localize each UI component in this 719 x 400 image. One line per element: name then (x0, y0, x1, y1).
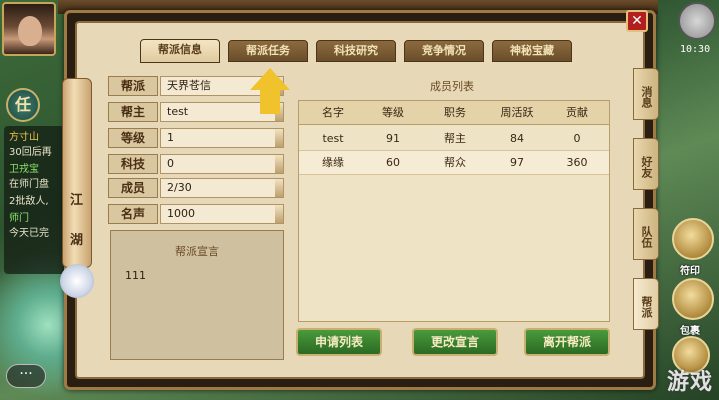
declaration-title: 帮派宣言 (175, 245, 219, 258)
info-label: 成员 (108, 178, 158, 198)
info-row-level: 等级 1 (108, 128, 284, 148)
member-role: 帮众 (444, 156, 466, 169)
col-header-level: 等级 (382, 106, 404, 119)
player-avatar[interactable] (2, 2, 56, 56)
quest-item[interactable]: 方寸山 30回后再 (9, 130, 69, 160)
scroll-decoration: 江 湖 (62, 78, 92, 268)
side-tab-team[interactable]: 队伍 (633, 208, 659, 260)
side-tab-guild[interactable]: 帮派 (633, 278, 659, 330)
task-button[interactable]: 任 (6, 88, 40, 122)
member-contribution: 360 (566, 156, 588, 169)
info-label: 帮主 (108, 102, 158, 122)
reputation-value: 1000 (160, 204, 284, 224)
info-row-tech: 科技 0 (108, 154, 284, 174)
col-header-role: 职务 (444, 106, 466, 119)
quest-detail: 今天已完 (9, 228, 49, 239)
change-declaration-button[interactable]: 更改宣言 (412, 328, 498, 356)
member-name: test (322, 132, 344, 145)
info-label: 名声 (108, 204, 158, 224)
scroll-char: 江 (70, 193, 84, 208)
quest-title: 师门 (9, 213, 29, 224)
close-button[interactable]: ✕ (626, 10, 648, 32)
quest-title: 卫戎宝 (9, 164, 39, 175)
member-level: 91 (386, 132, 400, 145)
member-weekly-activity: 97 (510, 156, 524, 169)
info-label: 帮派 (108, 76, 158, 96)
leave-guild-button[interactable]: 离开帮派 (524, 328, 610, 356)
level-value: 1 (160, 128, 284, 148)
col-header-name: 名字 (322, 106, 344, 119)
member-contribution: 0 (573, 132, 581, 145)
bag-label: 包裹 (680, 326, 700, 337)
tech-value: 0 (160, 154, 284, 174)
seal-label: 符印 (680, 266, 700, 277)
clock: 10:30 (680, 44, 711, 55)
table-row[interactable]: test 91 帮主 84 0 (299, 127, 609, 151)
side-tab-friends[interactable]: 好友 (633, 138, 659, 190)
member-role: 帮主 (444, 132, 466, 145)
chat-button[interactable]: ··· (6, 364, 46, 388)
info-row-reputation: 名声 1000 (108, 204, 284, 224)
declaration-panel: 帮派宣言 111 (110, 230, 284, 360)
quest-detail: 30回后再 (9, 147, 52, 158)
tab-guild-info[interactable]: 帮派信息 (140, 39, 220, 63)
quest-item: 2批敌人, (9, 194, 69, 209)
member-list-title: 成员列表 (430, 80, 474, 93)
col-header-contribution: 贡献 (566, 106, 588, 119)
seal-icon[interactable] (672, 218, 714, 260)
scroll-knot-ornament (60, 264, 94, 298)
tutorial-arrow-stem (260, 88, 280, 114)
apply-list-button[interactable]: 申请列表 (296, 328, 382, 356)
bag-icon[interactable] (672, 278, 714, 320)
col-header-weekly-activity: 周活跃 (500, 106, 534, 119)
info-row-members: 成员 2/30 (108, 178, 284, 198)
scroll-char: 湖 (70, 233, 84, 248)
quest-detail: 2批敌人, (9, 196, 49, 207)
member-list-header: 名字 等级 职务 周活跃 贡献 (299, 101, 609, 125)
quest-item[interactable]: 师门 今天已完 (9, 211, 69, 241)
declaration-text: 111 (125, 269, 146, 282)
quest-detail: 在师门盘 (9, 179, 49, 190)
member-name: 缘缘 (322, 156, 344, 169)
info-label: 科技 (108, 154, 158, 174)
tab-guild-tasks[interactable]: 帮派任务 (228, 40, 308, 62)
quest-item[interactable]: 卫戎宝 在师门盘 (9, 162, 69, 192)
settings-gear-button[interactable] (678, 2, 716, 40)
members-value: 2/30 (160, 178, 284, 198)
member-level: 60 (386, 156, 400, 169)
tab-mystery-treasure[interactable]: 神秘宝藏 (492, 40, 572, 62)
member-weekly-activity: 84 (510, 132, 524, 145)
info-label: 等级 (108, 128, 158, 148)
watermark: 游戏 (666, 370, 713, 395)
side-tab-messages[interactable]: 消息 (633, 68, 659, 120)
quest-title: 方寸山 (9, 132, 39, 143)
info-row-leader: 帮主 test (108, 102, 284, 122)
table-row[interactable]: 缘缘 60 帮众 97 360 (299, 151, 609, 175)
tab-tech-research[interactable]: 科技研究 (316, 40, 396, 62)
tutorial-arrow-icon (250, 68, 290, 90)
member-list: 名字 等级 职务 周活跃 贡献 test 91 帮主 84 0 缘缘 60 帮众… (298, 100, 610, 322)
tab-competition[interactable]: 竞争情况 (404, 40, 484, 62)
